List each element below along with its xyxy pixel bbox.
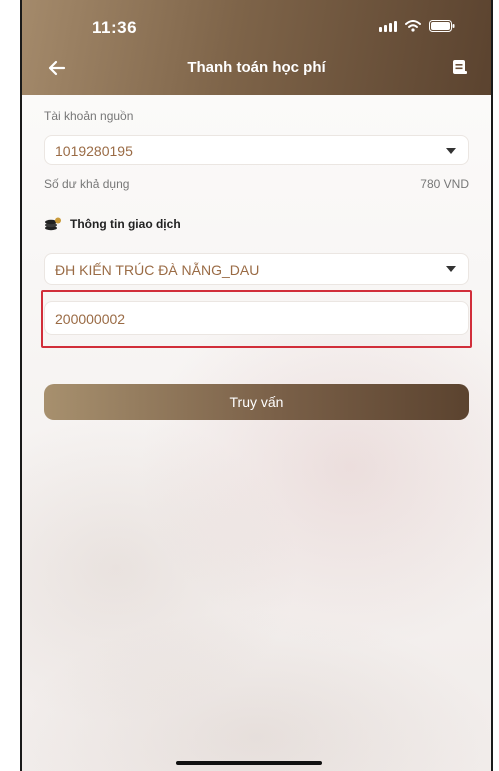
battery-icon (429, 20, 455, 32)
balance-value: 780 VND (420, 177, 469, 191)
transaction-section-title: Thông tin giao dịch (44, 217, 181, 231)
transaction-section-label: Thông tin giao dịch (70, 217, 181, 231)
receipt-icon[interactable] (449, 57, 469, 77)
status-icons (379, 20, 455, 32)
wifi-icon (405, 20, 421, 32)
app-frame: 11:36 Thanh toán học phí Tài khoản nguồn… (20, 0, 493, 771)
student-code-input[interactable]: 200000002 (44, 301, 469, 335)
home-indicator[interactable] (176, 761, 322, 765)
page-title: Thanh toán học phí (187, 59, 326, 76)
status-time: 11:36 (92, 18, 138, 37)
source-account-label: Tài khoản nguồn (44, 109, 134, 123)
caret-down-icon (446, 148, 456, 154)
nav-bar: Thanh toán học phí (22, 55, 491, 81)
app-header: 11:36 Thanh toán học phí (22, 0, 491, 95)
source-account-dropdown[interactable]: 1019280195 (44, 135, 469, 165)
caret-down-icon (446, 266, 456, 272)
form-content: Tài khoản nguồn 1019280195 Số dư khả dụn… (22, 95, 491, 771)
balance-label: Số dư khả dụng (44, 177, 130, 191)
student-code-value: 200000002 (55, 311, 126, 327)
status-bar: 11:36 (22, 18, 491, 38)
query-button[interactable]: Truy vấn (44, 384, 469, 420)
school-dropdown[interactable]: ĐH KIẾN TRÚC ĐÀ NẴNG_DAU (44, 253, 469, 285)
signal-icon (379, 20, 397, 32)
source-account-value: 1019280195 (55, 143, 133, 159)
coins-icon (45, 217, 61, 231)
school-value: ĐH KIẾN TRÚC ĐÀ NẴNG_DAU (55, 262, 260, 278)
